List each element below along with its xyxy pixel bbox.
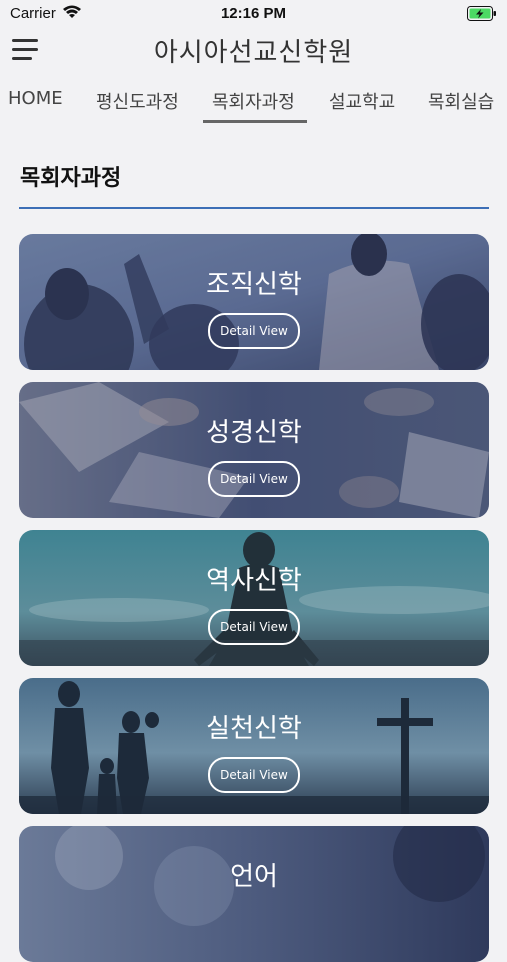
family-cross-silhouette-image <box>19 678 489 814</box>
course-card-biblical-theology[interactable]: 성경신학 Detail View <box>19 382 489 518</box>
worship-crowd-image <box>19 234 489 370</box>
tab-ministry-practice[interactable]: 목회실습 <box>428 88 494 114</box>
app-title: 아시아선교신학원 <box>153 38 354 68</box>
tab-home[interactable]: HOME <box>8 88 63 109</box>
tab-bar: HOME 평신도과정 목회자과정 설교학교 목회실습 <box>0 80 507 126</box>
app-header: 아시아선교신학원 <box>0 28 507 72</box>
tab-pastor-course[interactable]: 목회자과정 <box>212 88 295 114</box>
detail-view-button[interactable]: Detail View <box>208 609 300 645</box>
bible-study-hands-image <box>19 382 489 518</box>
language-bokeh-image <box>19 826 489 962</box>
card-title: 역사신학 <box>206 566 302 596</box>
detail-view-button[interactable]: Detail View <box>208 757 300 793</box>
detail-view-button[interactable]: Detail View <box>208 313 300 349</box>
course-card-historical-theology[interactable]: 역사신학 Detail View <box>19 530 489 666</box>
course-card-systematic-theology[interactable]: 조직신학 Detail View <box>19 234 489 370</box>
status-time: 12:16 PM <box>220 5 287 22</box>
worshipper-silhouette-image <box>19 530 489 666</box>
card-title: 성경신학 <box>206 418 302 448</box>
section-title: 목회자과정 <box>20 166 122 191</box>
detail-view-button[interactable]: Detail View <box>208 461 300 497</box>
card-title: 언어 <box>230 862 278 892</box>
status-bar: Carrier 12:16 PM <box>0 0 507 28</box>
card-title: 조직신학 <box>206 270 302 300</box>
course-card-language[interactable]: 언어 <box>19 826 489 962</box>
section-divider <box>19 207 489 209</box>
active-tab-indicator <box>203 120 307 123</box>
tab-preaching-school[interactable]: 설교학교 <box>329 88 395 114</box>
card-title: 실천신학 <box>206 714 302 744</box>
tab-lay-course[interactable]: 평신도과정 <box>96 88 179 114</box>
battery-charging-icon <box>467 6 497 25</box>
course-card-practical-theology[interactable]: 실천신학 Detail View <box>19 678 489 814</box>
